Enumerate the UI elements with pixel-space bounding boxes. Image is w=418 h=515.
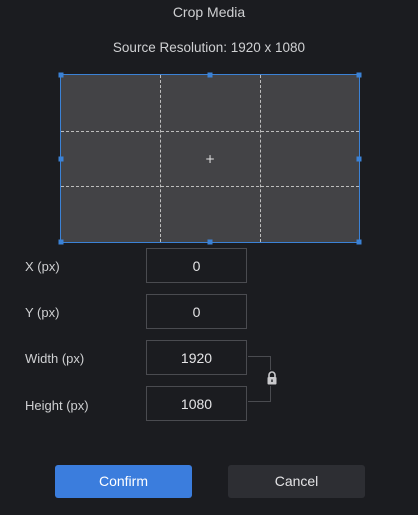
height-input[interactable]: [146, 386, 247, 421]
cancel-button[interactable]: Cancel: [228, 465, 365, 498]
x-input[interactable]: [146, 248, 247, 283]
grid-line-horizontal: [61, 186, 359, 188]
resize-handle-bottom-left[interactable]: [58, 239, 64, 245]
aspect-lock-toggle[interactable]: [265, 370, 279, 386]
grid-line-vertical: [160, 75, 162, 242]
y-label: Y (px): [25, 305, 60, 320]
lock-icon: [267, 371, 277, 385]
resize-handle-top-left[interactable]: [58, 72, 64, 78]
crosshair-icon: +: [204, 151, 216, 166]
width-input[interactable]: [146, 340, 247, 375]
grid-line-vertical: [259, 75, 261, 242]
dialog-title: Crop Media: [172, 4, 246, 20]
crop-preview[interactable]: +: [58, 72, 362, 245]
resize-handle-bottom[interactable]: [207, 239, 213, 245]
x-label: X (px): [25, 259, 60, 274]
confirm-button[interactable]: Confirm: [55, 465, 192, 498]
resize-handle-bottom-right[interactable]: [356, 239, 362, 245]
resize-handle-left[interactable]: [58, 156, 64, 161]
width-label: Width (px): [25, 351, 85, 366]
grid-line-horizontal: [61, 130, 359, 132]
height-label: Height (px): [25, 398, 89, 413]
resize-handle-right[interactable]: [356, 156, 362, 161]
source-resolution: Source Resolution: 1920 x 1080: [112, 40, 306, 55]
y-input[interactable]: [146, 294, 247, 329]
resize-handle-top-right[interactable]: [356, 72, 362, 78]
resize-handle-top[interactable]: [207, 72, 213, 78]
